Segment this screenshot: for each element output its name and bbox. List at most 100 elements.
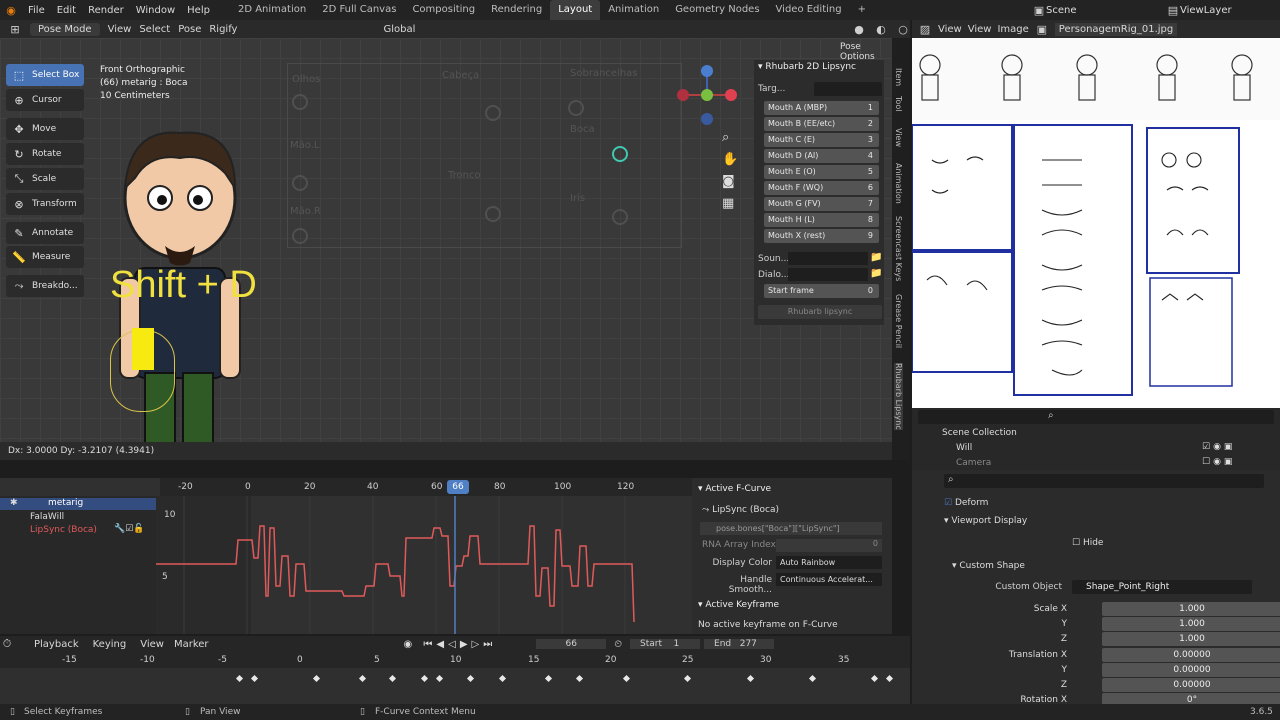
deform-checkbox[interactable]: ☑ Deform: [944, 498, 988, 508]
start-frame-field[interactable]: Start 1: [630, 639, 701, 649]
rig-control-olhos[interactable]: [292, 94, 308, 110]
timeline[interactable]: -15 -10 -5 0 5 10 15 20 25 30 35: [0, 652, 910, 704]
shading-rendered-icon[interactable]: ○: [896, 23, 910, 36]
menu-window[interactable]: Window: [130, 5, 181, 16]
outliner-item-will[interactable]: Will: [956, 443, 972, 453]
mouth-f-button[interactable]: Mouth F (WQ) 6: [764, 181, 879, 195]
rig-control-sobrancelhas[interactable]: [568, 100, 584, 116]
mouth-c-button[interactable]: Mouth C (E) 3: [764, 133, 879, 147]
timeline-keyframe[interactable]: [435, 674, 444, 683]
timeline-keyframe[interactable]: [870, 674, 879, 683]
menu-pose[interactable]: Pose: [178, 24, 201, 35]
rig-control-boca-selected[interactable]: [612, 146, 628, 162]
image-name-field[interactable]: PersonagemRig_01.jpg: [1054, 22, 1178, 36]
view-layer-name[interactable]: ViewLayer: [1180, 5, 1280, 16]
tab-rhubarb-lipsync[interactable]: Rhubarb Lipsync: [894, 363, 903, 430]
data-path-field[interactable]: pose.bones["Boca"]["LipSync"]: [700, 522, 882, 535]
timeline-keyframe[interactable]: [622, 674, 631, 683]
dialog-file-field[interactable]: [788, 268, 868, 281]
rig-control-mao-l[interactable]: [292, 175, 308, 191]
scale-y-field[interactable]: 1.000: [1102, 617, 1280, 631]
tool-transform[interactable]: ⊗ Transform: [6, 193, 84, 215]
sound-file-field[interactable]: [788, 252, 868, 265]
tab-view[interactable]: View: [894, 128, 903, 147]
channel-metarig[interactable]: metarig: [0, 498, 156, 510]
tab-item[interactable]: Item: [894, 68, 903, 86]
rna-index-field[interactable]: 0: [776, 539, 882, 552]
timeline-keyframe[interactable]: [885, 674, 894, 683]
tool-annotate[interactable]: ✎ Annotate: [6, 222, 84, 244]
tool-move[interactable]: ✥ Move: [6, 118, 84, 140]
pose-options-button[interactable]: Pose Options: [840, 42, 892, 62]
menu-help[interactable]: Help: [181, 5, 216, 16]
ie-menu-view[interactable]: View: [938, 24, 962, 35]
graph-frame-ruler[interactable]: -20 0 20 40 60 80 100 120 66: [160, 478, 692, 496]
menu-timeline-view[interactable]: View: [140, 639, 164, 650]
tab-screencast-keys[interactable]: Screencast Keys: [894, 216, 903, 281]
add-workspace-icon[interactable]: +: [850, 0, 874, 20]
playback-controls[interactable]: ◉ ⏮◀◁▶▷⏭: [404, 639, 497, 650]
visibility-toggles-icon[interactable]: ☑◉▣: [1202, 442, 1235, 452]
rhubarb-lipsync-button[interactable]: Rhubarb lipsync: [758, 305, 882, 319]
display-color-select[interactable]: Auto Rainbow: [776, 556, 882, 569]
dialog-folder-icon[interactable]: 📁: [870, 268, 882, 279]
start-frame-field[interactable]: Start frame 0: [764, 284, 879, 298]
tab-grease-pencil[interactable]: Grease Pencil: [894, 294, 903, 348]
graph-current-frame[interactable]: 66: [447, 480, 469, 494]
tool-rotate[interactable]: ↻ Rotate: [6, 143, 84, 165]
mouth-a-button[interactable]: Mouth A (MBP) 1: [764, 101, 879, 115]
tab-2d-animation[interactable]: 2D Animation: [230, 0, 314, 20]
timeline-keyframe[interactable]: [498, 674, 507, 683]
hide-checkbox[interactable]: ☐ Hide: [1072, 538, 1103, 548]
menu-view[interactable]: View: [108, 24, 132, 35]
zoom-icon[interactable]: ⌕: [722, 130, 729, 145]
tab-compositing[interactable]: Compositing: [404, 0, 483, 20]
mouth-e-button[interactable]: Mouth E (O) 5: [764, 165, 879, 179]
tool-select-box[interactable]: ⬚ Select Box: [6, 64, 84, 86]
current-frame-field[interactable]: 66: [536, 639, 607, 649]
active-fcurve-header[interactable]: ▾ Active F-Curve: [698, 484, 771, 494]
target-field[interactable]: [814, 82, 882, 96]
timeline-keyframe[interactable]: [250, 674, 259, 683]
scene-name[interactable]: Scene: [1046, 5, 1166, 16]
scale-x-field[interactable]: 1.000: [1102, 602, 1280, 616]
custom-object-field[interactable]: Shape_Point_Right: [1072, 580, 1252, 594]
ie-menu-view-2[interactable]: View: [968, 24, 992, 35]
editor-type-icon[interactable]: ⊞: [8, 23, 22, 36]
timeline-keyframe[interactable]: [358, 674, 367, 683]
menu-marker[interactable]: Marker: [174, 639, 209, 650]
blender-logo-icon[interactable]: ◉: [4, 4, 18, 17]
timeline-keyframe[interactable]: [466, 674, 475, 683]
mode-select[interactable]: Pose Mode: [30, 22, 100, 36]
scale-z-field[interactable]: 1.000: [1102, 632, 1280, 646]
properties-search[interactable]: ⌕: [944, 474, 1264, 488]
rig-control-cabeca[interactable]: [485, 105, 501, 121]
timeline-keyframe[interactable]: [544, 674, 553, 683]
tab-geometry-nodes[interactable]: Geometry Nodes: [667, 0, 767, 20]
timeline-keyframe[interactable]: [808, 674, 817, 683]
custom-shape-section[interactable]: ▾ Custom Shape: [952, 561, 1025, 571]
channel-toggles-icon[interactable]: 🔧☑🔓: [114, 524, 144, 534]
timeline-keyframe[interactable]: [420, 674, 429, 683]
ortho-grid-icon[interactable]: ▦: [722, 196, 734, 211]
timeline-keyframe[interactable]: [388, 674, 397, 683]
tab-animation-side[interactable]: Animation: [894, 163, 903, 204]
timeline-editor-icon[interactable]: ⏱: [0, 637, 14, 651]
translation-y-field[interactable]: 0.00000: [1102, 663, 1280, 677]
mouth-g-button[interactable]: Mouth G (FV) 7: [764, 197, 879, 211]
camera-view-icon[interactable]: ◙: [722, 174, 735, 189]
rig-control-tronco[interactable]: [485, 206, 501, 222]
tool-breakdown[interactable]: ⤳ Breakdo...: [6, 275, 84, 297]
orientation-select[interactable]: Global: [383, 24, 415, 35]
translation-x-field[interactable]: 0.00000: [1102, 648, 1280, 662]
camera-visibility-icon[interactable]: ☐◉▣: [1202, 457, 1235, 467]
timeline-keyframe[interactable]: [312, 674, 321, 683]
tool-scale[interactable]: ⤡ Scale: [6, 168, 84, 190]
image-editor[interactable]: [911, 20, 1280, 408]
rig-control-iris[interactable]: [612, 209, 628, 225]
end-frame-field[interactable]: End 277: [704, 639, 775, 649]
active-keyframe-header[interactable]: ▾ Active Keyframe: [698, 600, 779, 610]
timeline-keyframe[interactable]: [235, 674, 244, 683]
tool-measure[interactable]: 📏 Measure: [6, 246, 84, 268]
mouth-h-button[interactable]: Mouth H (L) 8: [764, 213, 879, 227]
